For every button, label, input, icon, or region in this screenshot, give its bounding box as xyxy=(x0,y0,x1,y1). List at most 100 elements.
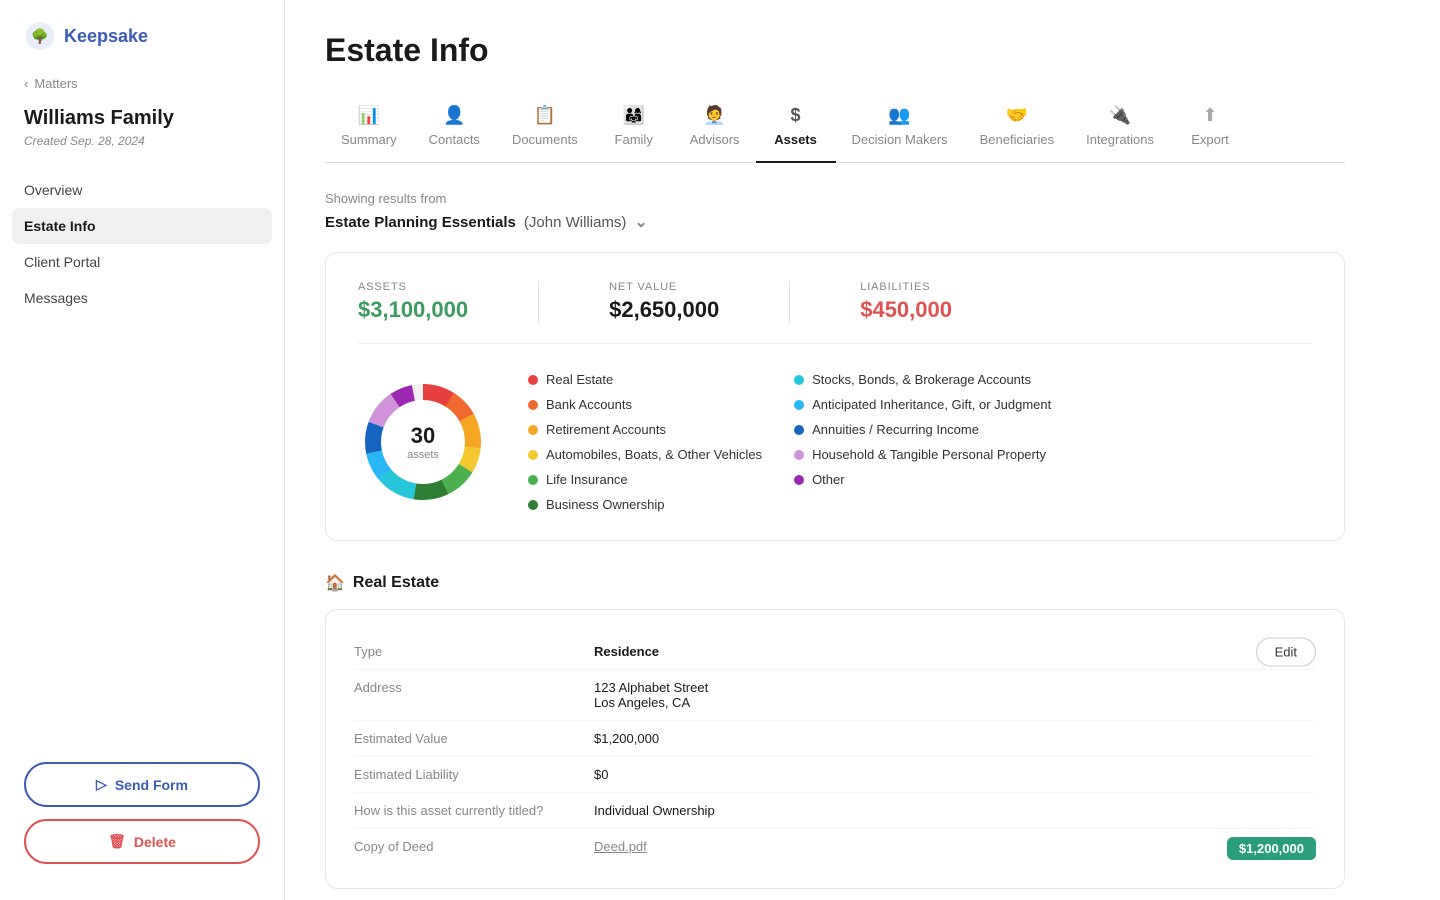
sidebar-item-overview[interactable]: Overview xyxy=(12,172,272,208)
documents-icon: 📋 xyxy=(534,105,556,126)
summary-totals: ASSETS $3,100,000 NET VALUE $2,650,000 L… xyxy=(358,281,1312,344)
liabilities-value: $450,000 xyxy=(860,297,952,323)
tab-export[interactable]: ⬆ Export xyxy=(1170,97,1250,163)
send-form-button[interactable]: ▷ Send Form xyxy=(24,762,260,807)
tab-documents[interactable]: 📋 Documents xyxy=(496,97,594,163)
legend-item-inheritance: Anticipated Inheritance, Gift, or Judgme… xyxy=(794,397,1051,412)
legend-col-right: Stocks, Bonds, & Brokerage Accounts Anti… xyxy=(794,372,1051,512)
legend-item-household: Household & Tangible Personal Property xyxy=(794,447,1051,462)
delete-label: Delete xyxy=(134,834,176,850)
donut-chart: 30 assets xyxy=(358,377,488,507)
deed-row: Copy of Deed Deed.pdf $1,200,000 xyxy=(354,829,1316,864)
estate-plan-name: Estate Planning Essentials xyxy=(325,214,516,231)
assets-label: ASSETS xyxy=(358,281,468,293)
business-dot xyxy=(528,500,538,510)
advisors-icon: 🧑‍💼 xyxy=(703,105,725,126)
donut-label: assets xyxy=(407,449,439,461)
back-to-matters[interactable]: ‹ Matters xyxy=(0,76,284,107)
estate-person: (John Williams) xyxy=(524,214,627,231)
contacts-icon: 👤 xyxy=(443,105,465,126)
delete-button[interactable]: 🗑 Delete xyxy=(24,819,260,864)
type-value: Residence xyxy=(594,644,1316,659)
tab-decision-makers[interactable]: 👥 Decision Makers xyxy=(836,97,964,163)
showing-label: Showing results from xyxy=(325,191,1345,206)
summary-card: ASSETS $3,100,000 NET VALUE $2,650,000 L… xyxy=(325,252,1345,541)
real-estate-dot xyxy=(528,375,538,385)
household-label: Household & Tangible Personal Property xyxy=(812,447,1046,462)
estimated-value: $1,200,000 xyxy=(594,731,1316,746)
legend-item-business: Business Ownership xyxy=(528,497,762,512)
legend-item-stocks: Stocks, Bonds, & Brokerage Accounts xyxy=(794,372,1051,387)
net-value-total: NET VALUE $2,650,000 xyxy=(609,281,719,323)
bank-accounts-dot xyxy=(528,400,538,410)
integrations-icon: 🔌 xyxy=(1109,105,1131,126)
tab-summary[interactable]: 📊 Summary xyxy=(325,97,413,163)
real-estate-card: Type Residence Edit Address 123 Alphabet… xyxy=(325,609,1345,889)
real-estate-label: Real Estate xyxy=(546,372,613,387)
assets-icon: $ xyxy=(791,105,801,126)
estimated-value-label: Estimated Value xyxy=(354,731,594,746)
delete-icon: 🗑 xyxy=(108,833,126,850)
address-row: Address 123 Alphabet StreetLos Angeles, … xyxy=(354,670,1316,721)
estimated-liability-row: Estimated Liability $0 xyxy=(354,757,1316,793)
sidebar-item-client-portal[interactable]: Client Portal xyxy=(12,244,272,280)
decision-makers-icon: 👥 xyxy=(888,105,910,126)
legend-item-real-estate: Real Estate xyxy=(528,372,762,387)
address-label: Address xyxy=(354,680,594,695)
matter-name: Williams Family xyxy=(0,107,284,134)
inheritance-label: Anticipated Inheritance, Gift, or Judgme… xyxy=(812,397,1051,412)
beneficiaries-icon: 🤝 xyxy=(1006,105,1028,126)
summary-icon: 📊 xyxy=(358,105,380,126)
sidebar-item-messages[interactable]: Messages xyxy=(12,280,272,316)
tab-assets[interactable]: $ Assets xyxy=(756,97,836,163)
titled-value: Individual Ownership xyxy=(594,803,1316,818)
tab-contacts-label: Contacts xyxy=(429,132,480,147)
estimated-value-row: Estimated Value $1,200,000 xyxy=(354,721,1316,757)
retirement-dot xyxy=(528,425,538,435)
family-icon: 👨‍👩‍👧 xyxy=(622,105,644,126)
legend-item-retirement: Retirement Accounts xyxy=(528,422,762,437)
titled-row: How is this asset currently titled? Indi… xyxy=(354,793,1316,829)
estate-selector[interactable]: Estate Planning Essentials (John William… xyxy=(325,212,1345,232)
life-insurance-dot xyxy=(528,475,538,485)
inheritance-dot xyxy=(794,400,804,410)
real-estate-section-label: Real Estate xyxy=(353,574,439,592)
tab-decision-makers-label: Decision Makers xyxy=(852,132,948,147)
chart-area: 30 assets Real Estate Bank Accounts xyxy=(358,372,1312,512)
stocks-label: Stocks, Bonds, & Brokerage Accounts xyxy=(812,372,1031,387)
deed-link[interactable]: Deed.pdf xyxy=(594,839,647,854)
legend-col-left: Real Estate Bank Accounts Retirement Acc… xyxy=(528,372,762,512)
edit-button[interactable]: Edit xyxy=(1256,637,1316,666)
tab-documents-label: Documents xyxy=(512,132,578,147)
deed-label: Copy of Deed xyxy=(354,839,594,854)
stocks-dot xyxy=(794,375,804,385)
tab-family-label: Family xyxy=(615,132,653,147)
matter-date: Created Sep. 28, 2024 xyxy=(0,134,284,172)
type-row: Type Residence Edit xyxy=(354,634,1316,670)
deed-value: Deed.pdf xyxy=(594,839,1316,854)
legend-item-life-insurance: Life Insurance xyxy=(528,472,762,487)
legend-item-annuities: Annuities / Recurring Income xyxy=(794,422,1051,437)
logo-icon: 🌳 xyxy=(24,20,56,52)
automobiles-label: Automobiles, Boats, & Other Vehicles xyxy=(546,447,762,462)
tab-beneficiaries[interactable]: 🤝 Beneficiaries xyxy=(964,97,1070,163)
sidebar-nav: Overview Estate Info Client Portal Messa… xyxy=(0,172,284,746)
app-logo: 🌳 Keepsake xyxy=(0,20,284,76)
estimated-liability: $0 xyxy=(594,767,1316,782)
donut-center: 30 assets xyxy=(407,423,439,461)
tab-integrations-label: Integrations xyxy=(1086,132,1154,147)
business-label: Business Ownership xyxy=(546,497,665,512)
sidebar-item-estate-info[interactable]: Estate Info xyxy=(12,208,272,244)
chevron-down-icon: ⌄ xyxy=(634,212,647,232)
tab-advisors[interactable]: 🧑‍💼 Advisors xyxy=(674,97,756,163)
page-title: Estate Info xyxy=(325,32,1345,69)
tab-integrations[interactable]: 🔌 Integrations xyxy=(1070,97,1170,163)
legend-area: Real Estate Bank Accounts Retirement Acc… xyxy=(528,372,1312,512)
net-value: $2,650,000 xyxy=(609,297,719,323)
annuities-dot xyxy=(794,425,804,435)
tab-family[interactable]: 👨‍👩‍👧 Family xyxy=(594,97,674,163)
tab-contacts[interactable]: 👤 Contacts xyxy=(413,97,496,163)
net-value-label: NET VALUE xyxy=(609,281,719,293)
liabilities-total: LIABILITIES $450,000 xyxy=(860,281,952,323)
tab-export-label: Export xyxy=(1191,132,1229,147)
